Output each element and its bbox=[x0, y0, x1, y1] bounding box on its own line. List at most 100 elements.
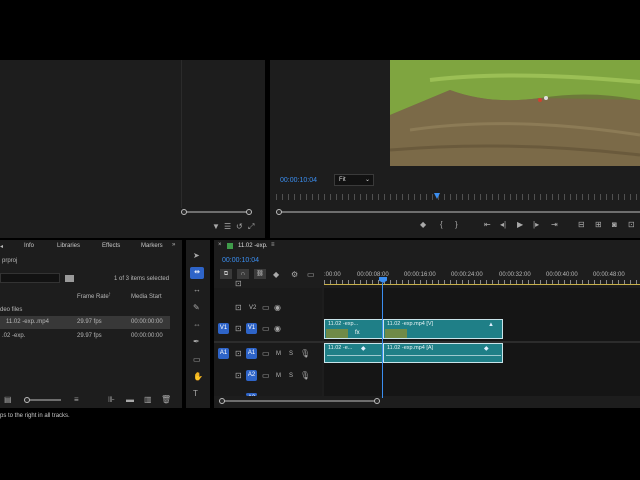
solo-button[interactable]: S bbox=[289, 373, 293, 379]
source-scroll-start[interactable] bbox=[181, 209, 187, 215]
mic-icon[interactable]: 🎙 bbox=[300, 372, 310, 380]
source-patch-v1[interactable]: V1 bbox=[218, 323, 229, 334]
new-item-icon[interactable]: ▥ bbox=[144, 396, 152, 404]
list-icon[interactable]: ☰ bbox=[224, 223, 231, 231]
timeline-timecode[interactable]: 00:00:10:04 bbox=[222, 257, 259, 264]
program-scrollbar[interactable] bbox=[280, 211, 640, 213]
mark-out-icon[interactable]: } bbox=[455, 221, 458, 229]
play-icon[interactable]: ▶ bbox=[517, 221, 523, 229]
zoom-slider[interactable] bbox=[28, 399, 61, 401]
sync-icon[interactable]: ▭ bbox=[262, 372, 270, 380]
column-frame-rate[interactable]: Frame Rate bbox=[77, 294, 109, 300]
wrench-settings-icon[interactable]: ⚙ bbox=[291, 271, 298, 279]
rolling-edit-tool-icon[interactable]: ↔ bbox=[193, 286, 201, 294]
video-clip[interactable]: 11.02 -exp.mp4 [V] ▲ bbox=[383, 319, 503, 339]
ripple-edit-tool-icon[interactable]: ⇹ bbox=[190, 267, 204, 279]
hand-tool-icon[interactable]: ✋ bbox=[193, 373, 203, 381]
column-media-start[interactable]: Media Start bbox=[131, 294, 162, 300]
lock-icon[interactable]: ⊡ bbox=[235, 372, 242, 380]
audio-clip[interactable]: 11.02 -exp.mp4 [A] ◆ bbox=[383, 343, 503, 363]
new-folder-icon[interactable]: ▬ bbox=[126, 396, 134, 404]
sequence-tab[interactable]: 11.02 -exp. bbox=[238, 243, 268, 249]
selection-tool-icon[interactable]: ➤ bbox=[193, 252, 200, 260]
timeline-scrollbar[interactable] bbox=[224, 400, 378, 402]
lift-icon[interactable]: ⊟ bbox=[578, 221, 585, 229]
table-row[interactable]: 11.02 -exp..mp4 29.97 fps 00:00:00:00 bbox=[0, 316, 170, 329]
project-search-input[interactable] bbox=[0, 273, 60, 283]
camera-icon[interactable]: ◙ bbox=[612, 221, 617, 229]
rectangle-tool-icon[interactable]: ▭ bbox=[193, 356, 201, 364]
timeline-scroll-end[interactable] bbox=[374, 398, 380, 404]
program-timecode[interactable]: 00:00:10:04 bbox=[280, 177, 317, 184]
lock-icon[interactable]: ⊡ bbox=[235, 304, 242, 312]
icon-view-icon[interactable]: ▤ bbox=[4, 396, 12, 404]
lock-icon[interactable]: ⊡ bbox=[235, 280, 242, 288]
fit-dropdown[interactable]: Fit ⌄ bbox=[334, 174, 374, 186]
tab-effects[interactable]: Effects bbox=[102, 243, 120, 249]
tab-scroll-left-icon[interactable]: ◂ bbox=[0, 243, 3, 250]
wrench-icon[interactable]: ↺ bbox=[236, 223, 243, 231]
eye-icon[interactable]: ◉ bbox=[274, 304, 281, 312]
source-patch-a1[interactable]: A1 bbox=[218, 348, 229, 359]
nest-toggle-icon[interactable]: ⧉ bbox=[220, 269, 232, 279]
work-area-bar[interactable] bbox=[324, 284, 640, 285]
mic-icon[interactable]: 🎙 bbox=[300, 350, 310, 358]
go-to-in-icon[interactable]: ⇤ bbox=[484, 221, 491, 229]
mark-in-icon[interactable]: { bbox=[440, 221, 443, 229]
filter-icon[interactable]: ▼ bbox=[212, 223, 220, 231]
zoom-slider-knob[interactable] bbox=[24, 397, 30, 403]
pane-icon[interactable]: ⤢ bbox=[248, 223, 254, 231]
type-tool-icon[interactable]: T bbox=[193, 390, 198, 398]
linked-selection-icon[interactable]: ⛓ bbox=[254, 269, 266, 279]
go-to-out-icon[interactable]: ⇥ bbox=[551, 221, 558, 229]
lock-icon[interactable]: ⊡ bbox=[235, 350, 242, 358]
eye-icon[interactable]: ◉ bbox=[274, 325, 281, 333]
sort-icon[interactable]: ≡ bbox=[74, 396, 79, 404]
sync-icon[interactable]: ▭ bbox=[262, 304, 270, 312]
source-scrollbar[interactable] bbox=[184, 211, 250, 213]
table-row[interactable]: .02 -exp. 29.97 fps 00:00:00:00 bbox=[0, 330, 170, 343]
timeline-playhead[interactable] bbox=[382, 283, 383, 398]
snap-icon[interactable]: ∩ bbox=[237, 269, 249, 279]
timeline-scroll-start[interactable] bbox=[219, 398, 225, 404]
extract-icon[interactable]: ⊞ bbox=[595, 221, 602, 229]
track-target-v1[interactable]: V1 bbox=[246, 323, 257, 334]
track-target-a3[interactable]: A3 bbox=[246, 393, 257, 396]
program-scroll-start[interactable] bbox=[276, 209, 282, 215]
ruler-label: 00:00:24:00 bbox=[451, 272, 483, 278]
settings-icon[interactable]: ⊡ bbox=[628, 221, 635, 229]
sync-icon[interactable]: ▭ bbox=[262, 350, 270, 358]
track-label-v2[interactable]: V2 bbox=[249, 305, 256, 311]
video-clip[interactable]: 11.02 -exp... fx bbox=[324, 319, 383, 339]
bin-group-label[interactable]: deo files bbox=[0, 307, 22, 313]
step-forward-icon[interactable]: |▸ bbox=[533, 221, 539, 229]
track-target-a1[interactable]: A1 bbox=[246, 348, 257, 359]
lock-icon[interactable]: ⊡ bbox=[235, 325, 242, 333]
sequence-menu-icon[interactable]: ≡ bbox=[271, 242, 275, 248]
step-back-icon[interactable]: ◂| bbox=[500, 221, 506, 229]
program-ruler[interactable] bbox=[276, 194, 640, 200]
new-bin-icon[interactable] bbox=[65, 275, 74, 282]
trash-icon[interactable]: 🗑 bbox=[161, 396, 171, 404]
razor-tool-icon[interactable]: ✎ bbox=[193, 304, 200, 312]
track-target-a2[interactable]: A2 bbox=[246, 370, 257, 381]
slip-tool-icon[interactable]: ⇔ bbox=[193, 321, 201, 329]
more-tabs-icon[interactable]: » bbox=[172, 242, 175, 248]
pen-tool-icon[interactable]: ✒ bbox=[193, 338, 200, 346]
tab-markers[interactable]: Markers bbox=[141, 243, 163, 249]
timeline-close-icon[interactable]: × bbox=[218, 242, 222, 248]
sync-icon[interactable]: ▭ bbox=[262, 325, 270, 333]
mute-button[interactable]: M bbox=[276, 373, 281, 379]
project-name: prproj bbox=[2, 258, 18, 264]
add-marker-icon[interactable]: ◆ bbox=[420, 221, 426, 229]
mute-button[interactable]: M bbox=[276, 351, 281, 357]
tab-info[interactable]: Info bbox=[24, 243, 34, 249]
captions-icon[interactable]: ▭ bbox=[307, 271, 315, 279]
solo-button[interactable]: S bbox=[289, 351, 293, 357]
audio-clip[interactable]: 11.02 -e... ◆ bbox=[324, 343, 383, 363]
source-scroll-end[interactable] bbox=[246, 209, 252, 215]
automate-icon[interactable]: ⊪ bbox=[108, 396, 115, 404]
marker-icon[interactable]: ◆ bbox=[273, 271, 279, 279]
sequence-color-swatch bbox=[227, 243, 233, 249]
tab-libraries[interactable]: Libraries bbox=[57, 243, 80, 249]
